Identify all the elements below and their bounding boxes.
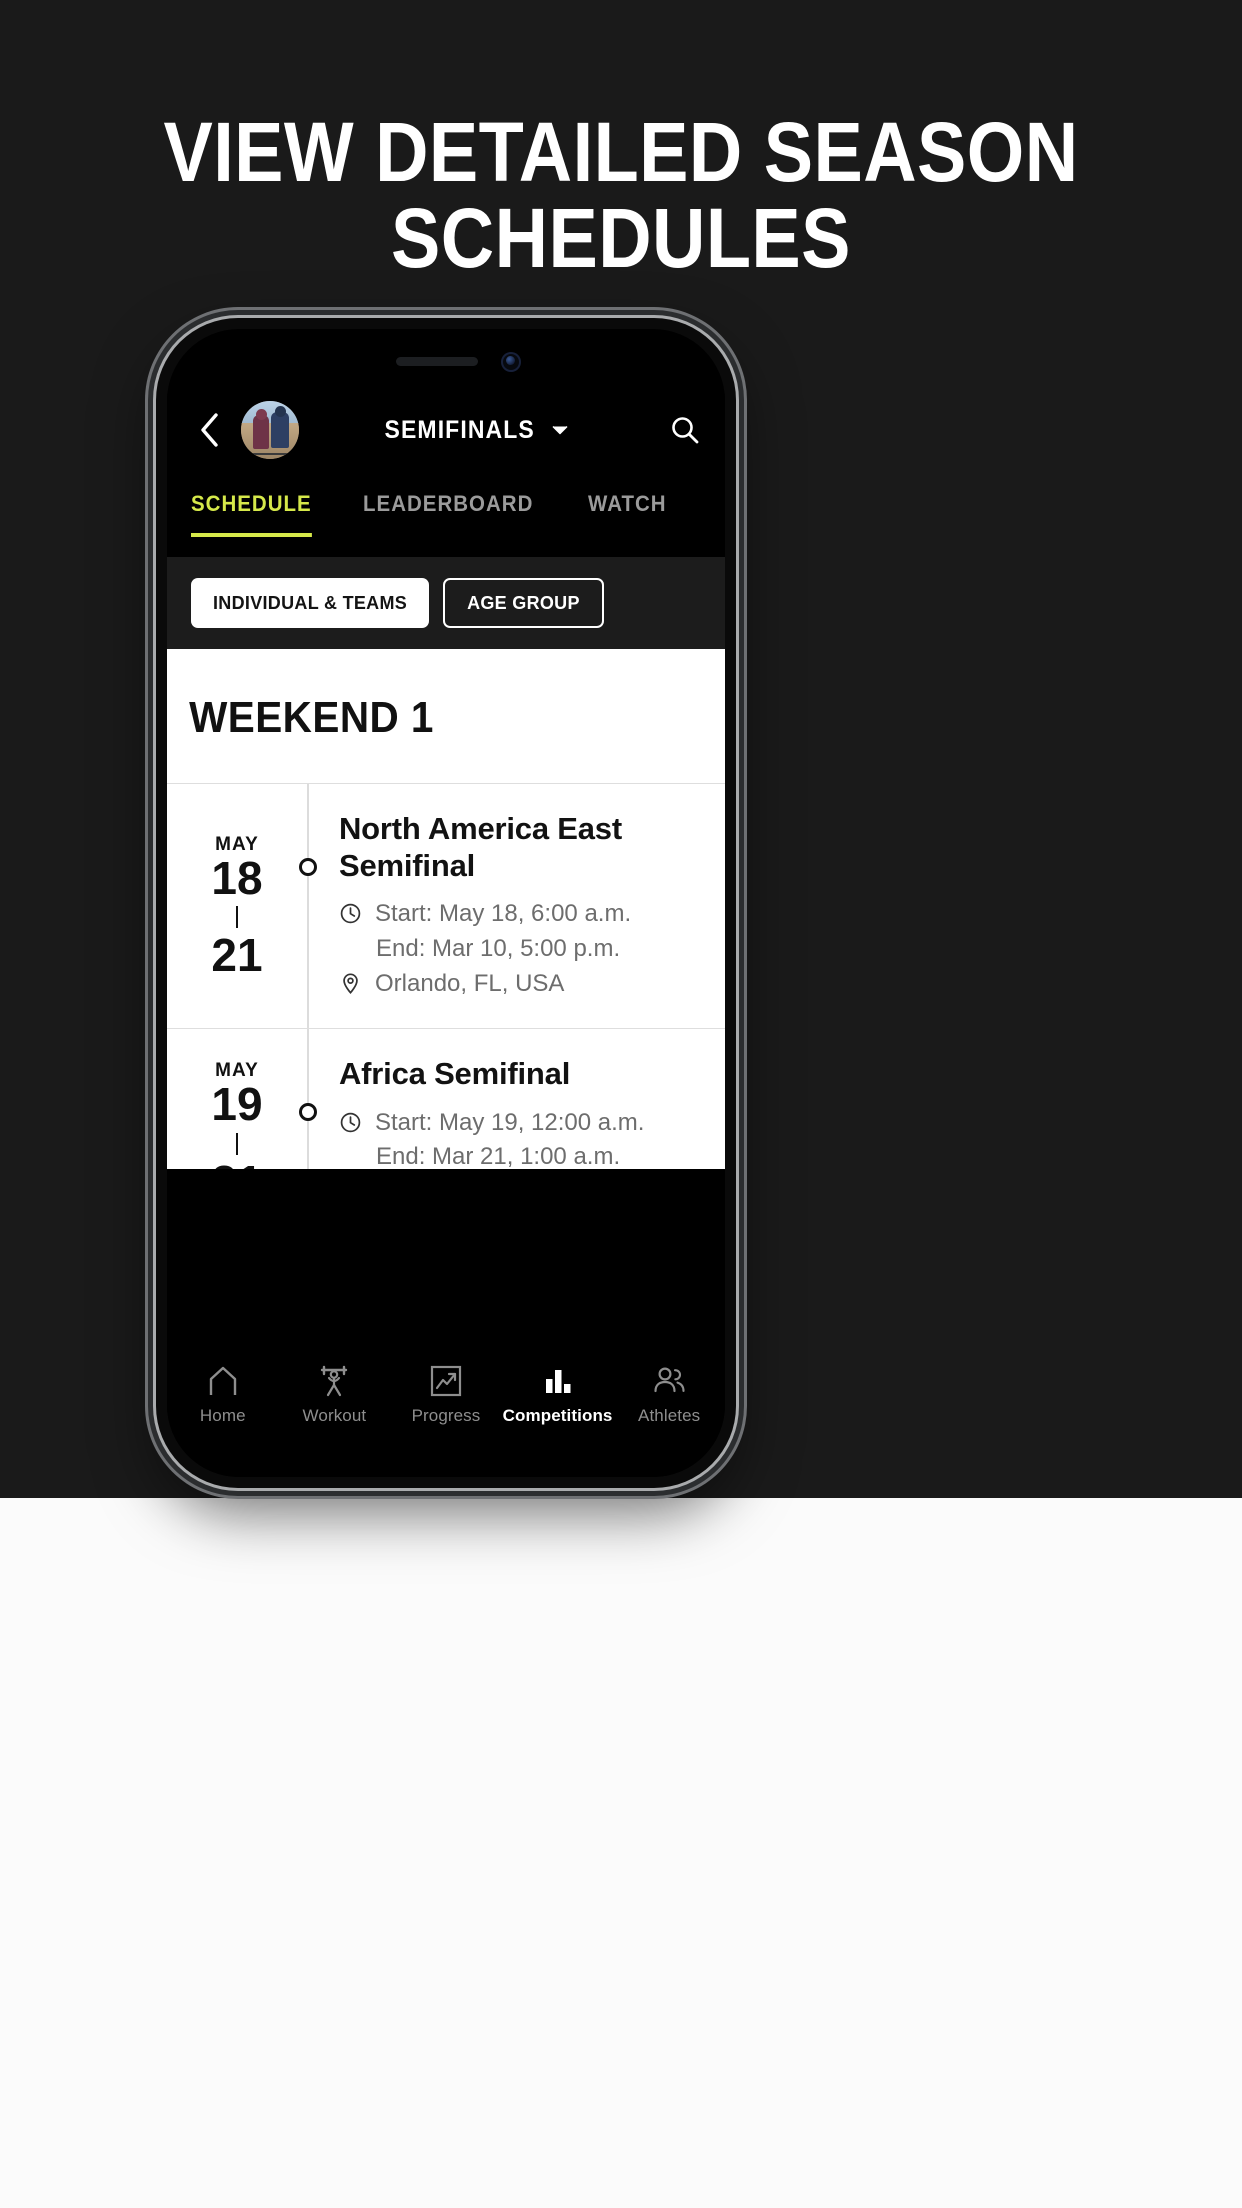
filter-age-group[interactable]: AGE GROUP — [443, 578, 604, 628]
event-end-text: End: Mar 21, 1:00 a.m. — [376, 1143, 621, 1169]
phone-mockup: SEMIFINALS SCHEDULE LEADERBOARD WATCH IN… — [156, 318, 736, 1488]
tabbar-label: Workout — [302, 1406, 367, 1425]
date-range-divider — [236, 1132, 238, 1155]
event-location-row: Orlando, FL, USA — [339, 968, 707, 1000]
event-title: North America East Semifinal — [339, 811, 622, 884]
event-end-text: End: Mar 10, 5:00 p.m. — [376, 935, 621, 963]
tabbar-label: Home — [199, 1406, 246, 1425]
chevron-down-icon — [552, 425, 568, 435]
promo-background-light — [0, 1498, 1242, 2208]
filter-bar: INDIVIDUAL & TEAMS AGE GROUP — [167, 557, 725, 649]
date-range-divider — [236, 906, 238, 929]
barbell-icon — [321, 1365, 348, 1397]
event-body: Africa Semifinal Start: May 19, 12:00 a.… — [309, 1029, 725, 1169]
tabbar-item-home[interactable]: Home — [167, 1365, 279, 1426]
page-title: SEMIFINALS — [384, 415, 536, 444]
event-end-row: End: Mar 21, 1:00 a.m. — [339, 1141, 707, 1169]
event-start-row: Start: May 19, 12:00 a.m. — [339, 1107, 707, 1139]
promo-headline: VIEW DETAILED SEASON SCHEDULES — [75, 109, 1168, 285]
trending-up-icon — [430, 1365, 462, 1397]
promo-screenshot: VIEW DETAILED SEASON SCHEDULES SEMIFINAL… — [0, 0, 1242, 2208]
tabbar-item-workout[interactable]: Workout — [279, 1365, 391, 1426]
home-icon — [209, 1366, 236, 1395]
headline-line-1: VIEW DETAILED SEASON — [163, 105, 1079, 199]
search-button[interactable] — [653, 398, 717, 462]
event-location-text: Orlando, FL, USA — [375, 969, 565, 997]
event-timeline — [299, 1029, 317, 1169]
map-pin-icon — [343, 973, 358, 994]
schedule-event-row[interactable]: MAY 19 21 Africa Semifinal — [167, 1029, 725, 1169]
event-body: North America East Semifinal Start: May … — [309, 784, 725, 1028]
phone-screen: SEMIFINALS SCHEDULE LEADERBOARD WATCH IN… — [167, 329, 725, 1477]
timeline-dot — [299, 858, 317, 876]
front-camera-icon — [501, 352, 521, 372]
chevron-left-icon — [201, 413, 218, 447]
back-button[interactable] — [181, 402, 237, 458]
event-timeline — [299, 784, 317, 1029]
event-date-column: MAY 18 21 — [167, 784, 307, 1028]
tab-schedule[interactable]: SCHEDULE — [191, 477, 312, 537]
event-title: Africa Semifinal — [339, 1056, 571, 1092]
tab-watch[interactable]: WATCH — [588, 477, 667, 531]
avatar-sky — [241, 401, 299, 425]
app-header: SEMIFINALS — [167, 391, 725, 469]
bottom-tab-bar: Home Workout Progress Competitions Athle… — [167, 1347, 725, 1477]
event-day-end: 21 — [211, 929, 263, 982]
section-tabs: SCHEDULE LEADERBOARD WATCH — [167, 477, 725, 549]
header-title-dropdown[interactable]: SEMIFINALS — [299, 416, 647, 445]
avatar-person-left — [253, 415, 269, 449]
event-day-end: 21 — [211, 1157, 262, 1169]
avatar-person-right — [271, 412, 289, 448]
tabbar-label: Competitions — [502, 1406, 613, 1425]
tabbar-label: Athletes — [638, 1406, 701, 1425]
tabbar-item-athletes[interactable]: Athletes — [613, 1365, 725, 1426]
tabbar-item-competitions[interactable]: Competitions — [502, 1365, 614, 1426]
event-start-text: Start: May 18, 6:00 a.m. — [375, 900, 632, 928]
section-title: WEEKEND 1 — [189, 693, 434, 742]
headline-line-2: SCHEDULES — [391, 190, 851, 285]
tab-leaderboard[interactable]: LEADERBOARD — [363, 477, 533, 531]
avatar[interactable] — [241, 401, 299, 459]
schedule-event-row[interactable]: MAY 18 21 North America East Semifinal S… — [167, 784, 725, 1029]
people-icon — [654, 1367, 685, 1393]
clock-icon — [340, 1112, 361, 1132]
filter-individual-teams[interactable]: INDIVIDUAL & TEAMS — [191, 578, 430, 628]
avatar-person-right-head — [275, 406, 286, 417]
tabbar-item-progress[interactable]: Progress — [390, 1365, 502, 1426]
avatar-person-left-head — [256, 409, 267, 420]
event-start-row: Start: May 18, 6:00 a.m. — [339, 898, 707, 930]
event-date-column: MAY 19 21 — [167, 1029, 307, 1169]
clock-icon — [340, 904, 361, 924]
search-icon — [672, 417, 699, 444]
earpiece-speaker — [396, 357, 478, 366]
schedule-sheet: WEEKEND 1 MAY 18 21 North America East S… — [167, 649, 725, 1169]
tabbar-label: Progress — [411, 1406, 481, 1425]
event-day-start: 18 — [211, 851, 263, 904]
bar-chart-icon — [545, 1370, 571, 1393]
event-start-text: Start: May 19, 12:00 a.m. — [375, 1108, 645, 1136]
event-day-start: 19 — [211, 1078, 263, 1131]
event-end-row: End: Mar 10, 5:00 p.m. — [339, 933, 707, 965]
